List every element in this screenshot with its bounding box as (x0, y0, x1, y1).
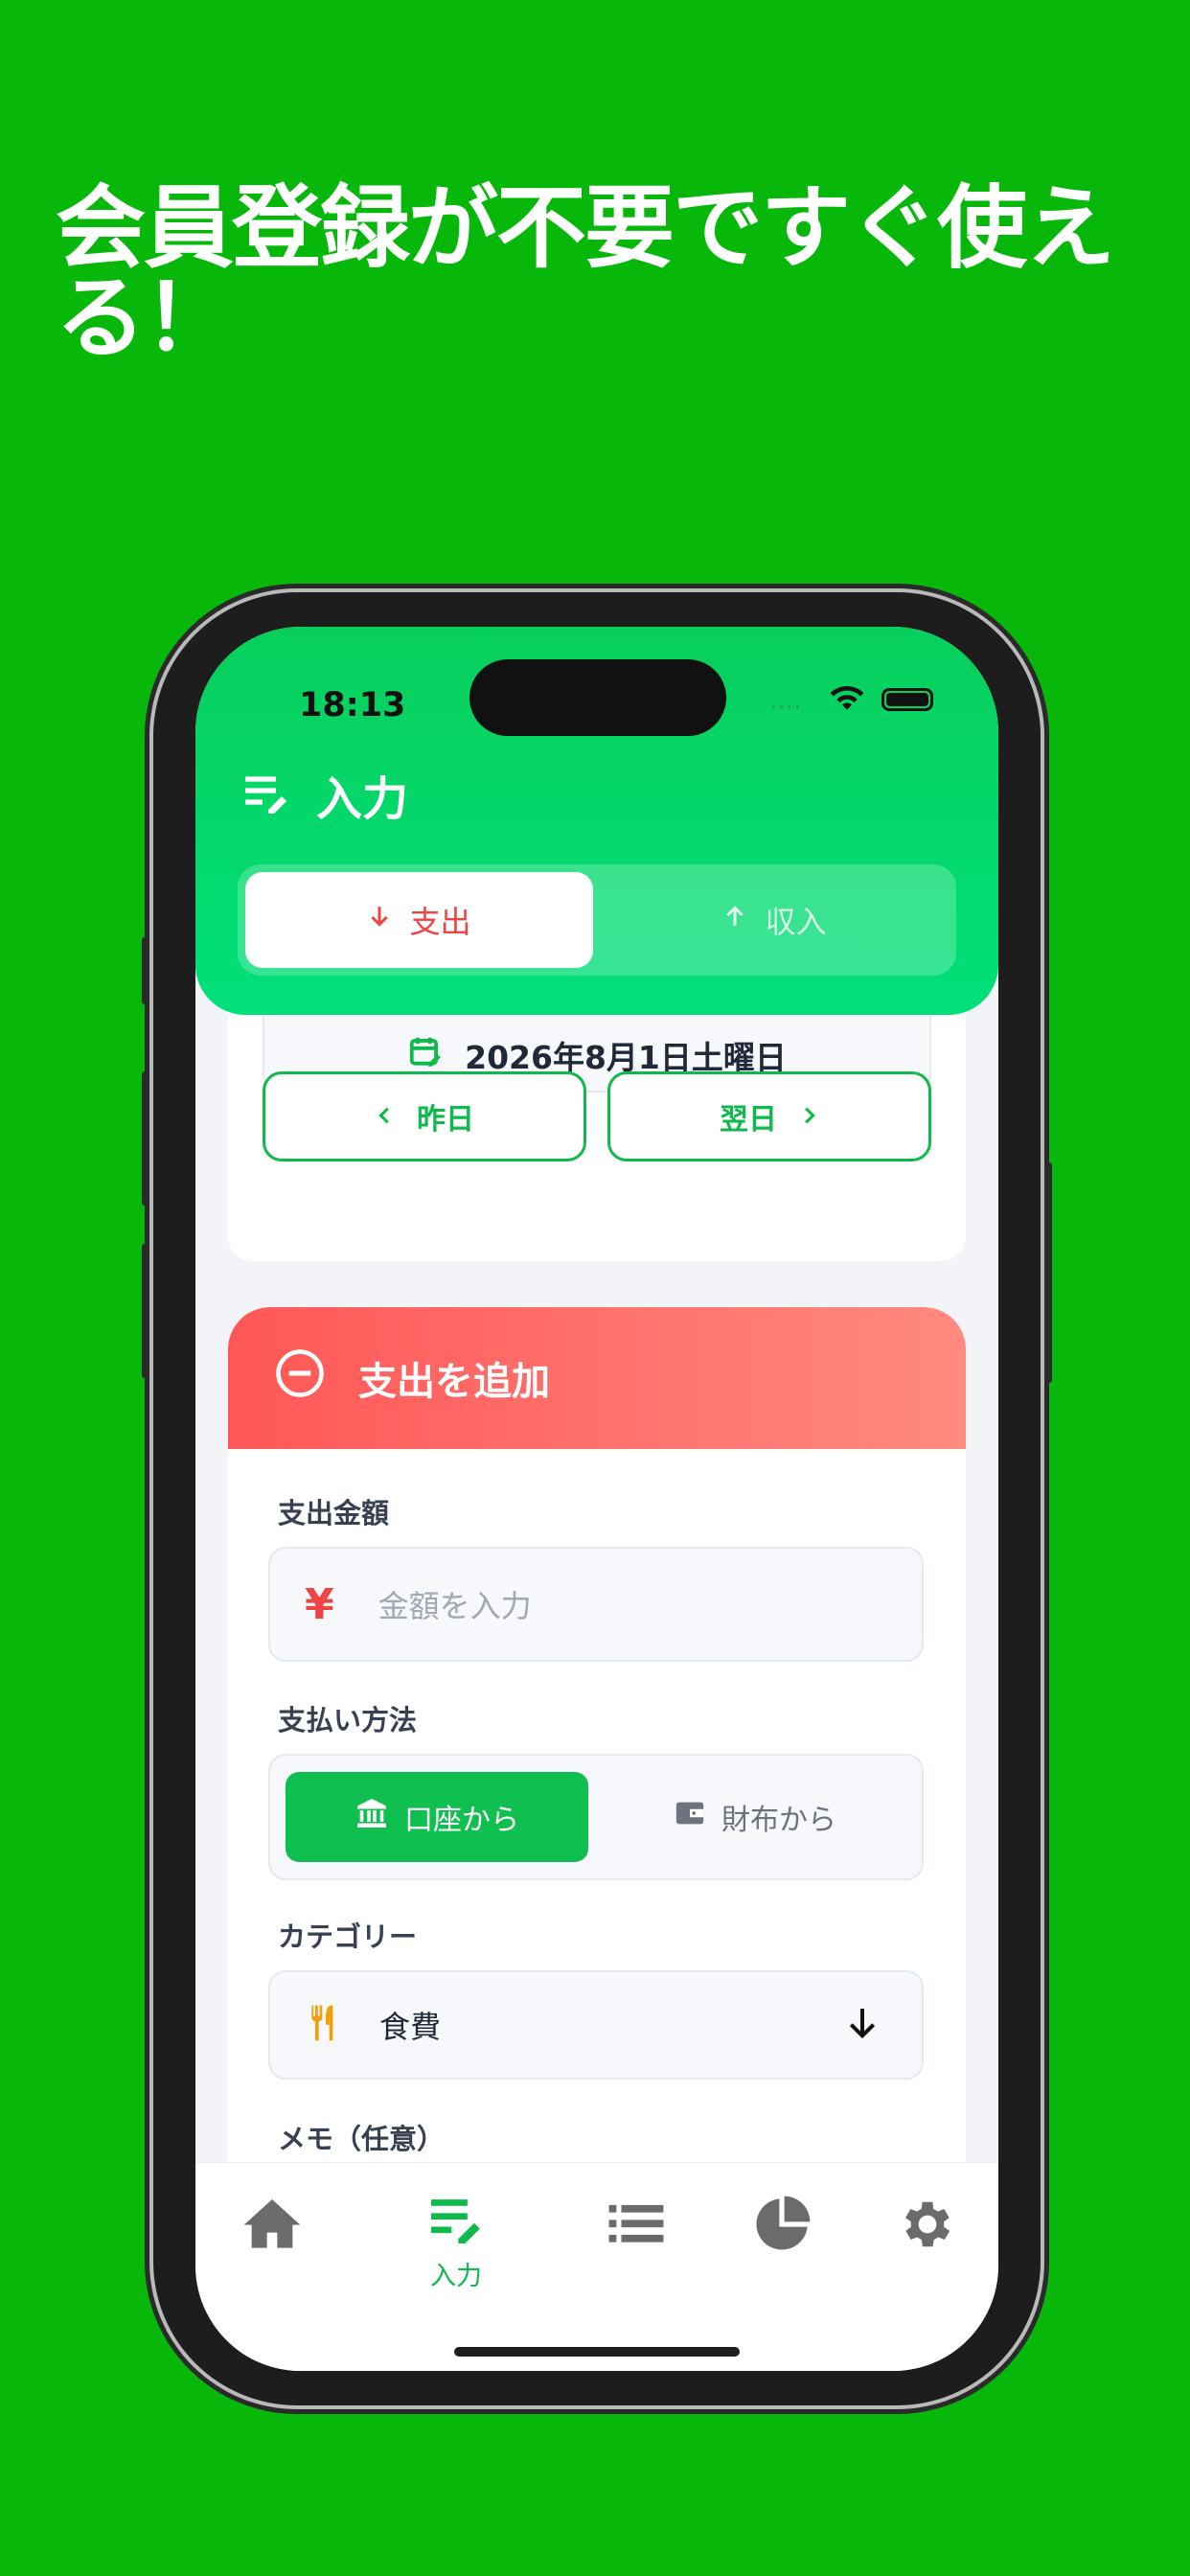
signal-icon: ···· (770, 696, 803, 719)
income-tab-label: 収入 (765, 904, 827, 940)
tab-chart[interactable] (724, 2194, 839, 2259)
next-day-button[interactable]: 翌日 (607, 1071, 931, 1162)
prev-day-button[interactable]: 昨日 (263, 1071, 586, 1162)
pay-from-account-label: 口座から (404, 1804, 519, 1837)
payment-method-label: 支払い方法 (278, 1704, 418, 1736)
bank-icon (355, 1796, 389, 1838)
tab-settings[interactable] (870, 2194, 985, 2259)
add-expense-header: 支出を追加 (228, 1307, 966, 1449)
list-icon (606, 2204, 666, 2255)
app-header: 18:13 ···· 入力 支出 収入 (195, 627, 998, 1015)
status-time: 18:13 (299, 686, 406, 724)
chevron-left-icon (375, 1100, 396, 1134)
silent-switch (142, 937, 149, 1004)
amount-input[interactable]: ¥ 金額を入力 (268, 1547, 924, 1662)
battery-icon (881, 688, 933, 711)
category-value: 食費 (379, 2009, 442, 2045)
volume-down-button (142, 1244, 149, 1378)
edit-list-icon (425, 2199, 487, 2247)
tab-list[interactable] (579, 2194, 694, 2255)
home-indicator (454, 2347, 740, 2357)
minus-circle-icon (274, 1347, 326, 1409)
tab-home[interactable] (215, 2194, 330, 2255)
expense-tab[interactable]: 支出 (245, 872, 593, 968)
header-title-row: 入力 (241, 761, 408, 828)
wallet-icon (674, 1797, 706, 1837)
tab-input-label: 入力 (430, 2262, 482, 2291)
income-tab[interactable]: 収入 (601, 872, 949, 968)
payment-method-selector: 口座から 財布から (268, 1754, 924, 1880)
wifi-icon (828, 684, 866, 717)
home-icon (241, 2199, 303, 2255)
amount-label: 支出金額 (278, 1497, 390, 1530)
arrow-up-icon (722, 902, 747, 938)
fork-knife-icon (305, 2001, 347, 2049)
type-toggle: 支出 収入 (238, 864, 956, 976)
category-select[interactable]: 食費 (268, 1970, 924, 2080)
amount-placeholder: 金額を入力 (378, 1588, 532, 1624)
power-button (1044, 1162, 1052, 1383)
pie-chart-icon (751, 2196, 812, 2259)
chevron-right-icon (798, 1100, 819, 1134)
gear-icon (897, 2201, 958, 2259)
volume-up-button (142, 1071, 149, 1206)
pay-from-account-button[interactable]: 口座から (286, 1772, 588, 1862)
category-label: カテゴリー (278, 1920, 418, 1953)
yen-icon: ¥ (305, 1579, 334, 1629)
header-title: 入力 (316, 772, 409, 826)
expense-tab-label: 支出 (409, 904, 471, 940)
headline: 会員登録が不要ですぐ使える！ (56, 176, 1115, 371)
edit-list-icon (241, 771, 291, 817)
dynamic-island (469, 659, 726, 736)
arrow-down-icon (843, 2004, 881, 2046)
tab-bar: 入力 (195, 2162, 998, 2371)
screen: 2026年8月1日土曜日 昨日 翌日 支出を追加 支出金額 ¥ 金額を入力 支払… (195, 627, 998, 2371)
add-expense-title: 支出を追加 (358, 1360, 550, 1404)
memo-label: メモ（任意） (278, 2123, 446, 2155)
tab-input[interactable]: 入力 (399, 2194, 514, 2292)
prev-day-label: 昨日 (417, 1103, 474, 1137)
phone-frame: 2026年8月1日土曜日 昨日 翌日 支出を追加 支出金額 ¥ 金額を入力 支払… (142, 592, 1052, 2405)
next-day-label: 翌日 (720, 1103, 777, 1137)
arrow-down-icon (367, 902, 392, 938)
pay-from-wallet-label: 財布から (721, 1804, 836, 1837)
pay-from-wallet-button[interactable]: 財布から (604, 1772, 906, 1862)
